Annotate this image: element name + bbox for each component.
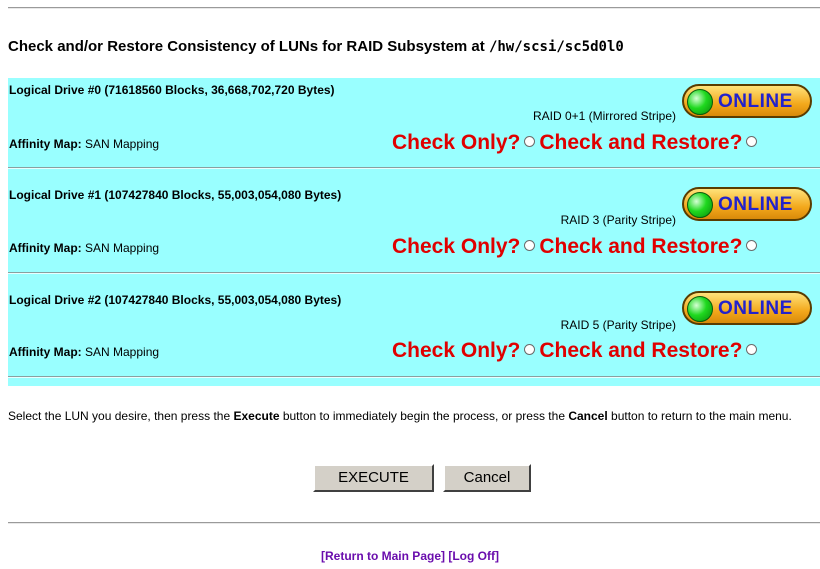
page-title: Check and/or Restore Consistency of LUNs… [8,38,820,55]
drive-name: Logical Drive #0 (71618560 Blocks, 36,66… [9,83,335,97]
instructions-text: Select the LUN you desire, then press th… [8,409,234,423]
drive-divider [8,272,820,274]
affinity-map: Affinity Map: SAN Mapping [9,241,159,255]
raid-level: RAID 5 (Parity Stripe) [560,318,676,332]
green-led-icon [687,192,713,218]
online-status-badge: ONLINE [682,84,812,118]
check-only-radio[interactable] [524,344,536,355]
check-restore-label: Check and Restore? [539,339,743,362]
online-status-badge: ONLINE [682,291,812,325]
page-title-text: Check and/or Restore Consistency of LUNs… [8,38,489,55]
drive-divider [8,167,820,169]
check-only-label: Check Only? [392,235,521,258]
affinity-label: Affinity Map: [9,137,82,151]
execute-keyword: Execute [233,409,280,423]
raid-level: RAID 3 (Parity Stripe) [560,213,676,227]
check-only-label: Check Only? [392,339,521,362]
check-restore-radio[interactable] [746,136,758,147]
instructions-text: button to return to the main menu. [607,409,792,423]
affinity-value: SAN Mapping [85,345,160,359]
check-options: Check Only? Check and Restore? [392,339,761,363]
check-restore-radio[interactable] [746,344,758,355]
return-main-link[interactable]: [Return to Main Page] [321,549,445,563]
check-only-radio[interactable] [524,240,536,251]
bottom-divider [8,522,820,524]
status-text: ONLINE [718,194,793,215]
logoff-link[interactable]: [Log Off] [448,549,499,563]
cancel-button[interactable]: Cancel [443,464,531,492]
affinity-map: Affinity Map: SAN Mapping [9,137,159,151]
affinity-map: Affinity Map: SAN Mapping [9,345,159,359]
subsystem-path: /hw/scsi/sc5d0l0 [488,39,624,55]
check-restore-label: Check and Restore? [539,235,743,258]
top-divider [8,7,820,9]
affinity-label: Affinity Map: [9,241,82,255]
online-status-badge: ONLINE [682,187,812,221]
affinity-value: SAN Mapping [85,137,160,151]
status-text: ONLINE [718,91,793,112]
affinity-label: Affinity Map: [9,345,82,359]
footer-links: [Return to Main Page] [Log Off] [0,549,820,563]
check-restore-label: Check and Restore? [539,131,743,154]
check-only-radio[interactable] [524,136,536,147]
check-only-label: Check Only? [392,131,521,154]
drive-name: Logical Drive #1 (107427840 Blocks, 55,0… [9,188,342,202]
check-restore-radio[interactable] [746,240,758,251]
check-options: Check Only? Check and Restore? [392,131,761,155]
instructions-text: button to immediately begin the process,… [279,409,569,423]
panel-bottom-divider [8,376,820,378]
affinity-value: SAN Mapping [85,241,160,255]
drive-name: Logical Drive #2 (107427840 Blocks, 55,0… [9,293,342,307]
cancel-keyword: Cancel [568,409,608,423]
status-text: ONLINE [718,298,793,319]
raid-level: RAID 0+1 (Mirrored Stripe) [532,109,676,123]
green-led-icon [687,89,713,115]
execute-button[interactable]: EXECUTE [313,464,434,492]
check-options: Check Only? Check and Restore? [392,235,761,259]
green-led-icon [687,296,713,322]
instructions: Select the LUN you desire, then press th… [8,408,816,425]
